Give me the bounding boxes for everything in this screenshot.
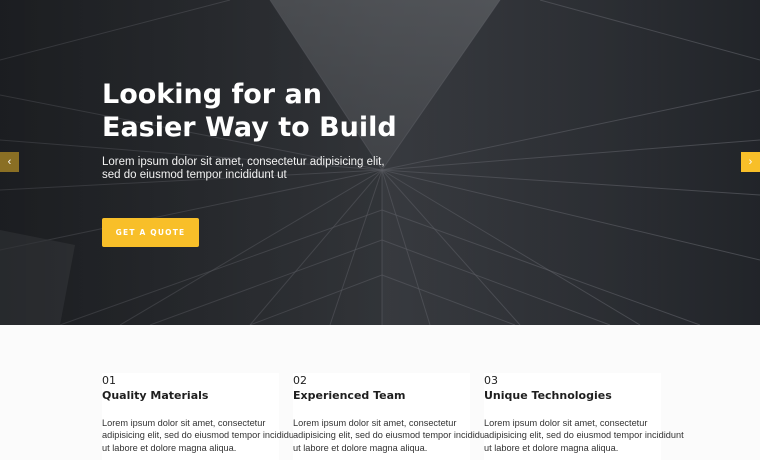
feature-description-line: ut labore et dolore magna aliqua.	[293, 442, 428, 453]
feature-description-line: adipisicing elit, sed do eiusmod tempor …	[484, 430, 684, 441]
hero-title-line: Looking for an	[102, 79, 322, 110]
hero-subtitle: Lorem ipsum dolor sit amet, consectetur …	[102, 156, 392, 182]
get-a-quote-button[interactable]: GET A QUOTE	[102, 218, 199, 247]
feature-description: Lorem ipsum dolor sit amet, consectetur …	[102, 417, 302, 454]
feature-card: 02 Experienced Team Lorem ipsum dolor si…	[293, 373, 493, 463]
hero-section: Looking for an Easier Way to Build Lorem…	[0, 0, 760, 325]
hero-subtitle-line: sed do eiusmod tempor incididunt ut	[102, 169, 287, 181]
feature-description: Lorem ipsum dolor sit amet, consectetur …	[293, 417, 493, 454]
feature-description-line: adipisicing elit, sed do eiusmod tempor …	[102, 430, 302, 441]
feature-number: 01	[102, 374, 116, 387]
features-section: 01 Quality Materials Lorem ipsum dolor s…	[0, 325, 760, 463]
feature-title: Unique Technologies	[484, 389, 612, 402]
feature-description-line: ut labore et dolore magna aliqua.	[484, 442, 619, 453]
feature-description-line: Lorem ipsum dolor sit amet, consectetur	[102, 418, 266, 428]
feature-title: Experienced Team	[293, 389, 406, 402]
chevron-right-icon: ›	[748, 156, 753, 168]
feature-description-line: Lorem ipsum dolor sit amet, consectetur	[484, 418, 648, 428]
feature-number: 02	[293, 374, 307, 387]
feature-description-line: ut labore et dolore magna aliqua.	[102, 442, 237, 453]
chevron-left-icon: ‹	[7, 156, 12, 168]
hero-title: Looking for an Easier Way to Build	[102, 78, 397, 144]
feature-card: 03 Unique Technologies Lorem ipsum dolor…	[484, 373, 684, 463]
feature-description: Lorem ipsum dolor sit amet, consectetur …	[484, 417, 684, 454]
feature-description-line: Lorem ipsum dolor sit amet, consectetur	[293, 418, 457, 428]
feature-number: 03	[484, 374, 498, 387]
slider-next-button[interactable]: ›	[741, 152, 760, 172]
hero-subtitle-line: Lorem ipsum dolor sit amet, consectetur …	[102, 156, 385, 168]
feature-description-line: adipisicing elit, sed do eiusmod tempor …	[293, 430, 493, 441]
slider-prev-button[interactable]: ‹	[0, 152, 19, 172]
feature-card: 01 Quality Materials Lorem ipsum dolor s…	[102, 373, 302, 463]
feature-title: Quality Materials	[102, 389, 209, 402]
hero-content: Looking for an Easier Way to Build Lorem…	[102, 78, 397, 182]
hero-title-line: Easier Way to Build	[102, 112, 397, 143]
